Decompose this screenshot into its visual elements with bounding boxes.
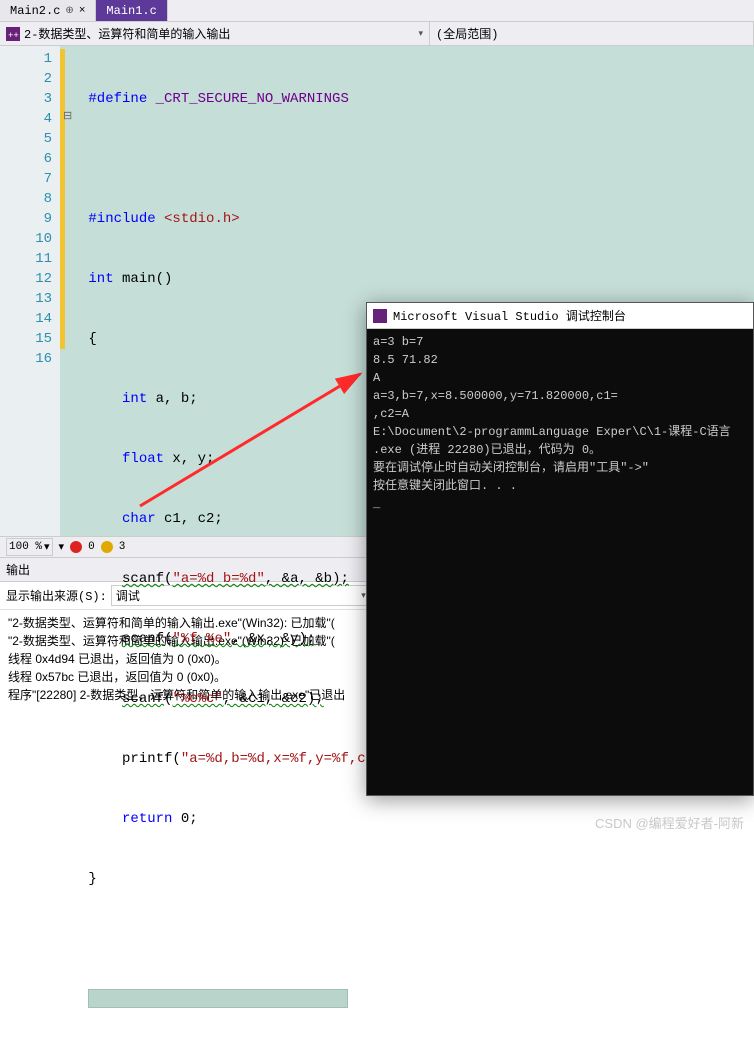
close-icon[interactable]: × xyxy=(79,5,86,17)
tab-label: Main1.c xyxy=(106,4,156,18)
breadcrumb-text: 2-数据类型、运算符和简单的输入输出 xyxy=(24,25,230,42)
debug-console-window[interactable]: Microsoft Visual Studio 调试控制台 a=3 b=78.5… xyxy=(366,302,754,796)
svg-text:++: ++ xyxy=(8,31,19,41)
line-number: 12 xyxy=(0,269,52,289)
line-number: 1 xyxy=(0,49,52,69)
line-number: 16 xyxy=(0,349,52,369)
breadcrumb-scope-text: (全局范围) xyxy=(436,25,498,42)
pin-icon: ⊕ xyxy=(65,5,73,17)
line-number: 13 xyxy=(0,289,52,309)
breadcrumb-scope[interactable]: (全局范围) xyxy=(430,22,754,45)
line-number: 6 xyxy=(0,149,52,169)
console-body: a=3 b=78.5 71.82Aa=3,b=7,x=8.500000,y=71… xyxy=(367,329,753,517)
vs-icon xyxy=(373,309,387,323)
chevron-down-icon: ▾ xyxy=(44,540,50,554)
console-titlebar[interactable]: Microsoft Visual Studio 调试控制台 xyxy=(367,303,753,329)
line-number: 2 xyxy=(0,69,52,89)
tab-main2[interactable]: Main2.c ⊕ × xyxy=(0,0,96,21)
console-title-text: Microsoft Visual Studio 调试控制台 xyxy=(393,307,626,324)
breadcrumb-project[interactable]: ++ 2-数据类型、运算符和简单的输入输出 ▾ xyxy=(0,22,430,45)
line-number: 8 xyxy=(0,189,52,209)
cpp-icon: ++ xyxy=(6,27,20,41)
fold-margin: ⊟ xyxy=(60,46,80,536)
line-number: 14 xyxy=(0,309,52,329)
tab-label: Main2.c xyxy=(10,4,60,18)
line-number: 3 xyxy=(0,89,52,109)
line-number: 4 xyxy=(0,109,52,129)
fold-icon[interactable]: ⊟ xyxy=(63,109,72,123)
breadcrumb: ++ 2-数据类型、运算符和简单的输入输出 ▾ (全局范围) xyxy=(0,22,754,46)
line-gutter: 1 2 3 4 5 6 7 8 9 10 11 12 13 14 15 16 xyxy=(0,46,60,536)
line-number: 7 xyxy=(0,169,52,189)
line-number: 10 xyxy=(0,229,52,249)
line-number: 5 xyxy=(0,129,52,149)
line-number: 11 xyxy=(0,249,52,269)
watermark: CSDN @编程爱好者-阿新 xyxy=(595,813,744,832)
chevron-down-icon: ▾ xyxy=(418,29,423,39)
zoom-level[interactable]: 100 % ▾ xyxy=(6,538,53,556)
line-number: 15 xyxy=(0,329,52,349)
line-number: 9 xyxy=(0,209,52,229)
tab-main1[interactable]: Main1.c xyxy=(96,0,167,21)
editor-tabs: Main2.c ⊕ × Main1.c xyxy=(0,0,754,22)
